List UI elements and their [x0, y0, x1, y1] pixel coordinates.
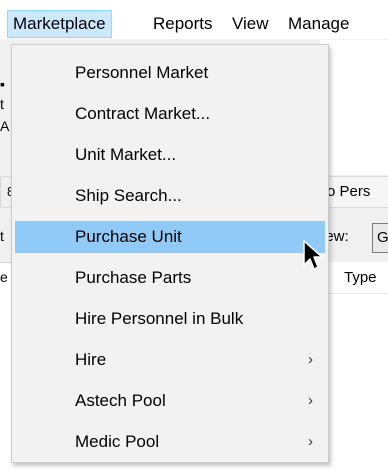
type-column-header[interactable]: Type [344, 269, 377, 286]
menu-item-label: Hire Personnel in Bulk [75, 309, 244, 328]
background-panel [320, 40, 388, 175]
menu-item-label: Purchase Parts [75, 268, 192, 287]
menu-bar: Marketplace Reports View Manage [0, 0, 388, 40]
menu-item-label: Personnel Market [75, 63, 209, 82]
view-filter-select[interactable]: G [372, 223, 388, 253]
menu-item-purchase-unit[interactable]: Purchase Unit [15, 221, 325, 253]
menu-manage[interactable]: Manage [282, 10, 355, 38]
menu-item-hire[interactable]: Hire › [15, 344, 325, 376]
menu-item-astech-pool[interactable]: Astech Pool › [15, 385, 325, 417]
chevron-right-icon: › [308, 433, 313, 450]
menu-item-ship-search[interactable]: Ship Search... [15, 180, 325, 212]
menu-item-personnel-market[interactable]: Personnel Market [15, 57, 325, 89]
menu-item-label: Hire [75, 350, 107, 369]
menu-item-label: Ship Search... [75, 186, 182, 205]
menu-item-label: Purchase Unit [75, 227, 182, 246]
menu-item-medic-pool[interactable]: Medic Pool › [15, 426, 325, 458]
menu-view[interactable]: View [226, 10, 275, 38]
marketplace-dropdown-menu: Personnel Market Contract Market... Unit… [11, 44, 329, 463]
tab-personnel[interactable]: o Pers [320, 176, 388, 208]
menu-marketplace[interactable]: Marketplace [7, 10, 112, 38]
menu-item-hire-personnel-in-bulk[interactable]: Hire Personnel in Bulk [15, 303, 325, 335]
tab-personnel-label: o Pers [327, 183, 371, 200]
menu-item-purchase-parts[interactable]: Purchase Parts [15, 262, 325, 294]
application-window: ▪ t A 8 o Pers t iew: G e Type Marketpla… [0, 0, 388, 471]
menu-reports[interactable]: Reports [147, 10, 219, 38]
menu-item-unit-market[interactable]: Unit Market... [15, 139, 325, 171]
chevron-right-icon: › [308, 392, 313, 409]
menu-item-label: Contract Market... [75, 104, 211, 123]
menu-item-label: Medic Pool [75, 432, 160, 451]
chevron-right-icon: › [308, 351, 313, 368]
menu-item-label: Unit Market... [75, 145, 177, 164]
mouse-pointer-icon [303, 240, 323, 270]
menu-item-contract-market[interactable]: Contract Market... [15, 98, 325, 130]
menu-item-label: Astech Pool [75, 391, 166, 410]
